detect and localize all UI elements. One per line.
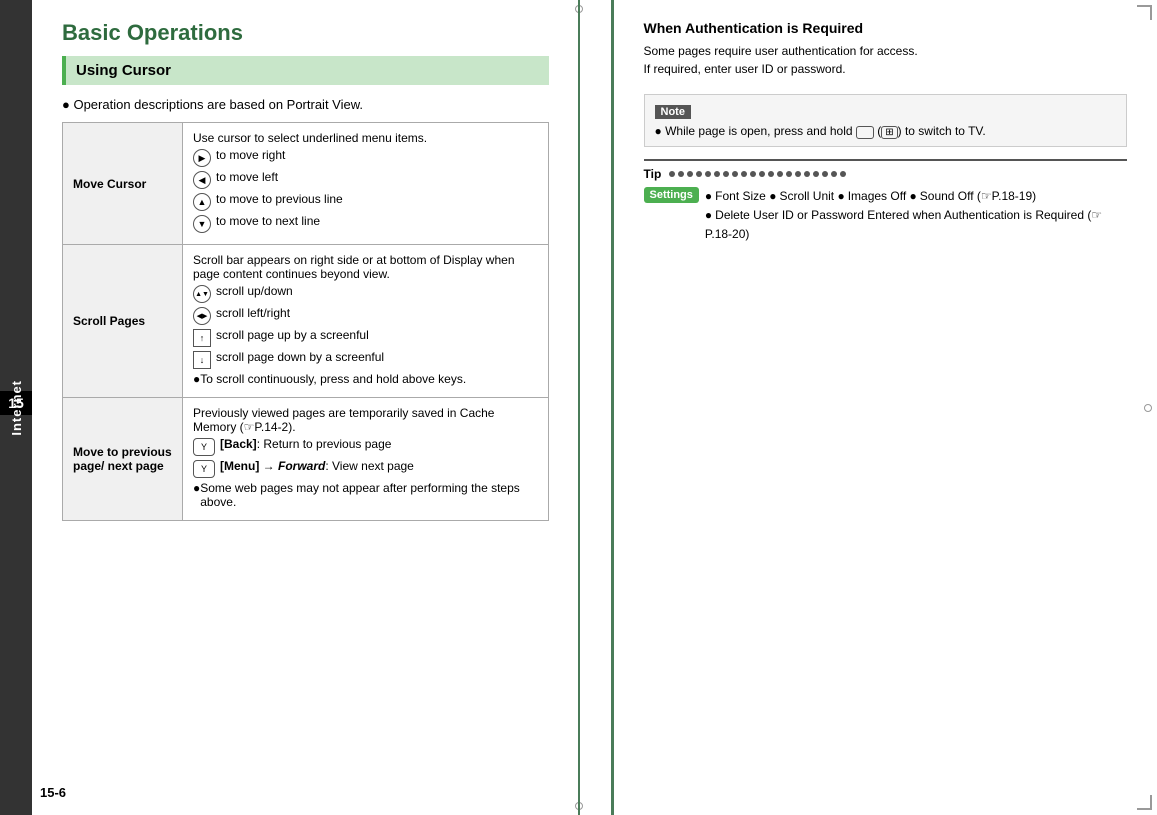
settings-line-2: Delete User ID or Password Entered when …	[705, 206, 1127, 244]
section-header: Using Cursor	[62, 56, 549, 85]
table-row: Scroll Pages Scroll bar appears on right…	[63, 245, 549, 398]
menu-key-icon: Y	[193, 460, 215, 478]
settings-badge: Settings	[644, 187, 699, 203]
page-number: 15-6	[40, 785, 66, 800]
note-bullet: While page is open, press and hold (⊞) t…	[655, 124, 986, 138]
page-title: Basic Operations	[62, 20, 549, 46]
table-row: Move to previous page/ next page Previou…	[63, 398, 549, 521]
down-arrow-icon: ▼	[193, 215, 211, 233]
intro-bullet: Operation descriptions are based on Port…	[62, 97, 549, 112]
desc-line: ↑ scroll page up by a screenful	[193, 328, 538, 347]
desc-line: Some web pages may not appear after perf…	[193, 481, 538, 509]
auth-text: Some pages require user authentication f…	[644, 42, 1128, 78]
tip-dots	[669, 171, 846, 177]
note-box: Note While page is open, press and hold …	[644, 94, 1128, 147]
scroll-down-icon: ↓	[193, 351, 211, 369]
sidebar-label: Internet	[9, 380, 24, 436]
up-arrow-icon: ▲	[193, 193, 211, 211]
desc-line: ▶ to move right	[193, 148, 538, 167]
tip-header: Tip	[644, 167, 1128, 181]
desc-line: Scroll bar appears on right side or at b…	[193, 253, 538, 281]
desc-line: To scroll continuously, press and hold a…	[193, 372, 538, 386]
main-content: Basic Operations Using Cursor Operation …	[32, 0, 579, 815]
desc-line: ↓ scroll page down by a screenful	[193, 350, 538, 369]
desc-line: ▲▼ scroll up/down	[193, 284, 538, 303]
desc-line: Y [Menu] → Forward: View next page	[193, 459, 538, 478]
auth-title: When Authentication is Required	[644, 20, 1128, 36]
row-content: Use cursor to select underlined menu ite…	[183, 123, 549, 245]
tip-label: Tip	[644, 167, 662, 181]
row-label: Scroll Pages	[63, 245, 183, 398]
row-label: Move Cursor	[63, 123, 183, 245]
left-arrow-icon: ◀	[193, 171, 211, 189]
desc-line: ▼ to move to next line	[193, 214, 538, 233]
desc-line: Previously viewed pages are temporarily …	[193, 406, 538, 434]
note-content: While page is open, press and hold (⊞) t…	[655, 123, 1117, 138]
desc-line: ◀ to move left	[193, 170, 538, 189]
settings-line-1: Font Size Scroll Unit Images Off Sound O…	[705, 187, 1127, 206]
desc-line: ◀▶ scroll left/right	[193, 306, 538, 325]
row-label: Move to previous page/ next page	[63, 398, 183, 521]
operations-table: Move Cursor Use cursor to select underli…	[62, 122, 549, 521]
settings-section: Settings Font Size Scroll Unit Images Of…	[644, 187, 1128, 245]
right-panel: When Authentication is Required Some pag…	[611, 0, 1157, 815]
table-row: Move Cursor Use cursor to select underli…	[63, 123, 549, 245]
row-content: Previously viewed pages are temporarily …	[183, 398, 549, 521]
settings-content: Font Size Scroll Unit Images Off Sound O…	[705, 187, 1127, 245]
tip-section: Tip Settings Font Size Scroll Unit	[644, 159, 1128, 245]
back-key-icon: Y	[193, 438, 215, 456]
sidebar: 15 Internet	[0, 0, 32, 815]
leftright-icon: ◀▶	[193, 307, 211, 325]
desc-line: Y [Back]: Return to previous page	[193, 437, 538, 456]
updown-icon: ▲▼	[193, 285, 211, 303]
auth-line-2: If required, enter user ID or password.	[644, 60, 1128, 78]
vertical-divider	[578, 0, 580, 815]
auth-section: When Authentication is Required Some pag…	[644, 20, 1128, 78]
right-arrow-icon: ▶	[193, 149, 211, 167]
row-content: Scroll bar appears on right side or at b…	[183, 245, 549, 398]
scroll-up-icon: ↑	[193, 329, 211, 347]
auth-line-1: Some pages require user authentication f…	[644, 42, 1128, 60]
note-label: Note	[655, 105, 691, 119]
desc-line: Use cursor to select underlined menu ite…	[193, 131, 538, 145]
desc-line: ▲ to move to previous line	[193, 192, 538, 211]
